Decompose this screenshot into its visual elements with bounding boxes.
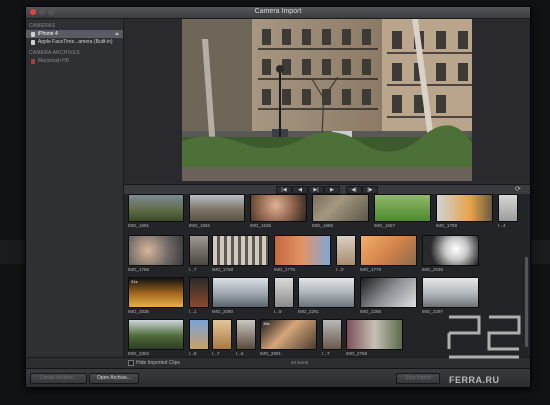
sidebar-item-macintosh-hd[interactable]: Macintosh HD [26, 57, 123, 65]
sidebar-item-label: Apple FaceTime...amera (Built-in) [38, 39, 113, 45]
sidebar-item-iphone[interactable]: iPhone 4 [26, 30, 123, 38]
sidebar: CAMERAS iPhone 4 Apple FaceTime...amera … [26, 19, 124, 367]
clip-thumbnail[interactable]: I...7 [322, 319, 342, 357]
stop-import-button[interactable]: Stop Import [396, 373, 440, 384]
clip-thumbnail[interactable]: I...6 [236, 319, 256, 357]
clip-thumbnail[interactable]: IMG_1756 [128, 235, 184, 273]
window-title: Camera Import [254, 8, 302, 15]
clip-thumbnail[interactable]: IMG_2291 [298, 277, 355, 315]
ferra-logo-watermark [447, 315, 521, 359]
clip-thumbnail[interactable]: IMG_2296 [360, 277, 417, 315]
clip-thumbnail[interactable]: I...1 [189, 277, 209, 315]
play-button[interactable]: ▶ [324, 186, 340, 194]
clip-thumbnail[interactable]: IMG_1592 [189, 194, 245, 231]
step-forward-button[interactable]: ▶| [308, 186, 324, 194]
titlebar: Camera Import [26, 7, 530, 19]
eject-icon[interactable] [115, 32, 119, 35]
clip-thumbnail[interactable]: IMG_1776 [274, 235, 331, 273]
previous-clip-button[interactable]: ◀| [346, 186, 362, 194]
video-preview[interactable] [182, 19, 472, 181]
go-to-start-button[interactable]: |◀ [276, 186, 292, 194]
duration-badge: 31s [131, 279, 138, 284]
clip-thumbnail[interactable]: 35s IMG_2691 [260, 319, 317, 357]
next-clip-button[interactable]: |▶ [362, 186, 378, 194]
clip-thumbnail[interactable]: 31s IMG_2036 [128, 277, 184, 315]
clip-thumbnail[interactable]: IMG_2297 [422, 277, 479, 315]
sidebar-item-label: iPhone 4 [38, 31, 58, 37]
clip-thumbnail[interactable]: IMG_1636 [250, 194, 307, 231]
clip-thumbnail[interactable]: I...4 [498, 194, 518, 231]
sidebar-item-label: Macintosh HD [38, 58, 70, 64]
rewind-button[interactable]: ◀ [292, 186, 308, 194]
clip-thumbnail[interactable]: IMG_1656 [312, 194, 369, 231]
clip-thumbnail[interactable]: IMG_1759 [436, 194, 493, 231]
clip-thumbnail[interactable]: I...7 [189, 235, 209, 273]
checkbox-icon [128, 360, 134, 366]
clip-thumbnail[interactable]: IMG_1657 [374, 194, 431, 231]
clip-thumbnail[interactable]: IMG_2080 [212, 277, 269, 315]
watermark-text: FERRA.RU [449, 375, 500, 385]
clip-thumbnail[interactable]: IMG_1591 [128, 194, 184, 231]
archive-icon [31, 58, 35, 64]
cameras-header: CAMERAS [29, 23, 56, 29]
clip-thumbnail[interactable]: IMG_1768 [212, 235, 269, 273]
archives-header: CAMERA ARCHIVES [29, 50, 80, 56]
sidebar-item-facetime[interactable]: Apple FaceTime...amera (Built-in) [26, 38, 123, 46]
clip-thumbnail[interactable]: I...7 [212, 319, 232, 357]
clip-thumbnail[interactable]: I...0 [336, 235, 356, 273]
hide-imported-checkbox[interactable]: Hide Imported Clips [128, 360, 180, 366]
street-scene-image [182, 19, 472, 181]
camera-icon [31, 39, 35, 45]
phone-icon [31, 31, 35, 37]
hide-imported-label: Hide Imported Clips [136, 360, 180, 366]
clip-thumbnail[interactable]: IMG_2758 [346, 319, 403, 357]
clip-thumbnail[interactable]: IMG_2035 [422, 235, 479, 273]
create-archive-button[interactable]: Create Archive... [30, 373, 87, 384]
gear-icon[interactable]: ⟳ [515, 186, 522, 193]
item-count: 40 items [291, 360, 309, 365]
clip-thumbnail[interactable]: I...9 [274, 277, 294, 315]
clip-thumbnail[interactable]: IMG_1779 [360, 235, 417, 273]
clip-thumbnail[interactable]: I...8 [189, 319, 209, 357]
clip-thumbnail[interactable]: IMG_2304 [128, 319, 184, 357]
open-archive-button[interactable]: Open Archive... [89, 373, 139, 384]
scrollbar[interactable] [525, 257, 528, 347]
duration-badge: 35s [263, 321, 270, 326]
viewer [124, 19, 530, 183]
